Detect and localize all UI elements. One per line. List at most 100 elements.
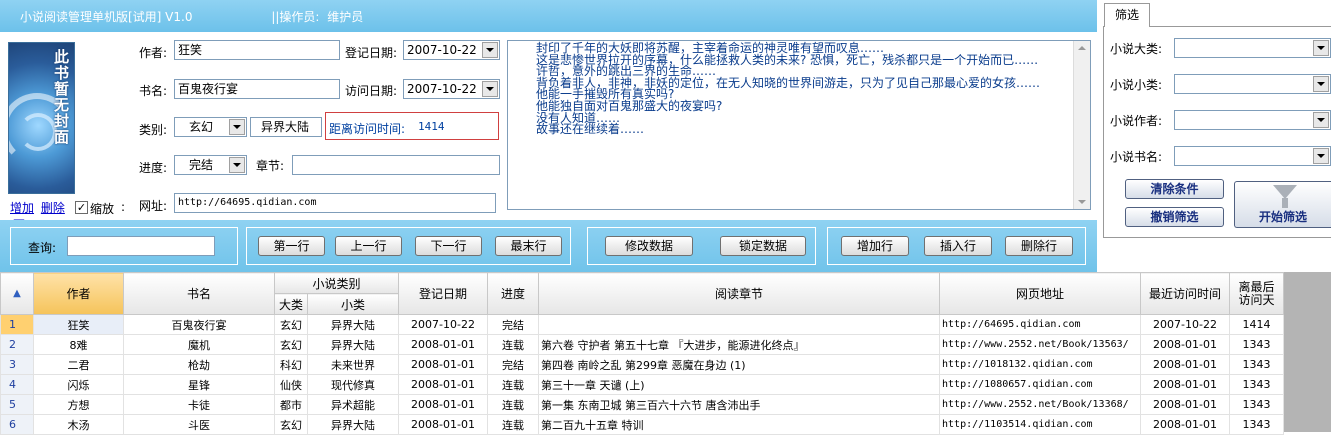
category-minor-field[interactable]: 异界大陆 xyxy=(250,117,322,137)
cell-chapter[interactable]: 第六卷 守护者 第五十七章 『大进步，能源进化终点』 xyxy=(538,334,941,355)
cell-days[interactable]: 1414 xyxy=(1229,314,1285,335)
cell-author[interactable]: 闪烁 xyxy=(33,374,124,395)
row-number[interactable]: 4 xyxy=(0,374,34,395)
cell-major[interactable]: 科幻 xyxy=(274,354,308,375)
cell-author[interactable]: 8难 xyxy=(33,334,124,355)
cell-url[interactable]: http://1080657.qidian.com xyxy=(939,374,1142,395)
cell-author[interactable]: 方想 xyxy=(33,394,124,415)
cell-progress[interactable]: 完结 xyxy=(487,354,540,375)
delete-row-button[interactable]: 删除行 xyxy=(1005,236,1073,256)
cell-major[interactable]: 玄幻 xyxy=(274,314,308,335)
cell-url[interactable]: http://www.2552.net/Book/13563/ xyxy=(939,334,1142,355)
filter-author-select[interactable] xyxy=(1174,110,1331,130)
cell-book[interactable]: 枪劫 xyxy=(123,354,275,375)
table-row[interactable]: 5 方想 卡徒 都市 异术超能 2008-01-01 连载 第一集 东南卫城 第… xyxy=(0,394,1285,415)
cell-minor[interactable]: 现代修真 xyxy=(306,374,400,395)
cell-minor[interactable]: 异界大陆 xyxy=(306,314,400,335)
query-input[interactable] xyxy=(67,236,215,256)
url-field[interactable]: http://64695.qidian.com xyxy=(174,193,496,213)
chevron-down-icon[interactable] xyxy=(1313,76,1329,92)
chapter-field[interactable] xyxy=(292,155,500,175)
col-major[interactable]: 大类 xyxy=(274,293,308,315)
cell-days[interactable]: 1343 xyxy=(1229,374,1285,395)
chevron-down-icon[interactable] xyxy=(1313,148,1329,164)
delete-cover-link[interactable]: 删除 xyxy=(41,201,65,215)
row-number[interactable]: 3 xyxy=(0,354,34,375)
cell-book[interactable]: 百鬼夜行宴 xyxy=(123,314,275,335)
col-progress[interactable]: 进度 xyxy=(487,272,540,315)
add-cover-link[interactable]: 增加 xyxy=(10,201,34,215)
reg-date-picker[interactable]: 2007-10-22 xyxy=(403,40,500,60)
cell-chapter[interactable] xyxy=(538,314,941,335)
clear-conditions-button[interactable]: 清除条件 xyxy=(1125,179,1224,199)
add-row-button[interactable]: 增加行 xyxy=(841,236,909,256)
cell-author[interactable]: 狂笑 xyxy=(33,314,124,335)
cell-book[interactable]: 魔机 xyxy=(123,334,275,355)
chevron-down-icon[interactable] xyxy=(482,81,498,97)
cell-reg-date[interactable]: 2008-01-01 xyxy=(398,394,489,415)
table-row[interactable]: 2 8难 魔机 玄幻 异界大陆 2008-01-01 连载 第六卷 守护者 第五… xyxy=(0,334,1285,355)
last-row-button[interactable]: 最末行 xyxy=(495,236,562,256)
cell-major[interactable]: 仙侠 xyxy=(274,374,308,395)
filter-minor-select[interactable] xyxy=(1174,74,1331,94)
book-field[interactable]: 百鬼夜行宴 xyxy=(174,79,340,99)
cell-reg-date[interactable]: 2008-01-01 xyxy=(398,334,489,355)
cell-progress[interactable]: 完结 xyxy=(487,314,540,335)
col-days-since[interactable]: 离最后 访问天 xyxy=(1229,272,1285,315)
cell-last-visit[interactable]: 2008-01-01 xyxy=(1140,394,1231,415)
lock-data-button[interactable]: 锁定数据 xyxy=(720,236,806,256)
prev-row-button[interactable]: 上一行 xyxy=(335,236,402,256)
cell-days[interactable]: 1343 xyxy=(1229,334,1285,355)
row-number[interactable]: 5 xyxy=(0,394,34,415)
col-last-visit[interactable]: 最近访问时间 xyxy=(1140,272,1231,315)
cell-url[interactable]: http://www.2552.net/Book/13368/ xyxy=(939,394,1142,415)
cell-last-visit[interactable]: 2008-01-01 xyxy=(1140,374,1231,395)
table-row[interactable]: 1 狂笑 百鬼夜行宴 玄幻 异界大陆 2007-10-22 完结 http://… xyxy=(0,314,1285,335)
col-book[interactable]: 书名 xyxy=(123,272,275,315)
cell-last-visit[interactable]: 2008-01-01 xyxy=(1140,354,1231,375)
cell-book[interactable]: 卡徒 xyxy=(123,394,275,415)
cell-minor[interactable]: 异术超能 xyxy=(306,394,400,415)
cell-minor[interactable]: 异界大陆 xyxy=(306,334,400,355)
chevron-down-icon[interactable] xyxy=(482,42,498,58)
row-number[interactable]: 2 xyxy=(0,334,34,355)
cell-progress[interactable]: 连载 xyxy=(487,374,540,395)
cell-url[interactable]: http://1018132.qidian.com xyxy=(939,354,1142,375)
cell-progress[interactable]: 连载 xyxy=(487,394,540,415)
cell-chapter[interactable]: 第四卷 南岭之乱 第299章 恶魔在身边 (1) xyxy=(538,354,941,375)
cell-last-visit[interactable]: 2007-10-22 xyxy=(1140,314,1231,335)
edit-data-button[interactable]: 修改数据 xyxy=(605,236,693,256)
cell-last-visit[interactable]: 2008-01-01 xyxy=(1140,334,1231,355)
cell-reg-date[interactable]: 2007-10-22 xyxy=(398,314,489,335)
col-author[interactable]: 作者 xyxy=(33,272,124,315)
table-row[interactable]: 3 二君 枪劫 科幻 未来世界 2008-01-01 完结 第四卷 南岭之乱 第… xyxy=(0,354,1285,375)
synopsis-textarea[interactable]: 封印了千年的大妖即将苏醒，主宰着命运的神灵唯有望而叹息…… 这是悲惨世界拉开的序… xyxy=(507,40,1091,210)
cell-progress[interactable]: 连载 xyxy=(487,334,540,355)
cell-chapter[interactable]: 第一集 东南卫城 第三百六十六节 唐含沛出手 xyxy=(538,394,941,415)
grid-corner[interactable]: ▲ xyxy=(0,272,34,315)
filter-book-select[interactable] xyxy=(1174,146,1331,166)
col-reg-date[interactable]: 登记日期 xyxy=(398,272,489,315)
cell-reg-date[interactable]: 2008-01-01 xyxy=(398,374,489,395)
col-minor[interactable]: 小类 xyxy=(306,293,400,315)
filter-major-select[interactable] xyxy=(1174,38,1331,58)
cancel-filter-button[interactable]: 撤销筛选 xyxy=(1125,207,1224,227)
cell-days[interactable]: 1343 xyxy=(1229,354,1285,375)
insert-row-button[interactable]: 插入行 xyxy=(924,236,992,256)
author-field[interactable]: 狂笑 xyxy=(174,40,340,60)
chevron-down-icon[interactable] xyxy=(229,157,245,173)
chevron-down-icon[interactable] xyxy=(229,119,245,135)
cell-author[interactable]: 二君 xyxy=(33,354,124,375)
tab-filter[interactable]: 筛选 xyxy=(1104,3,1150,27)
cell-minor[interactable]: 未来世界 xyxy=(306,354,400,375)
zoom-checkbox[interactable]: ✓ xyxy=(75,201,88,214)
cell-url[interactable]: http://64695.qidian.com xyxy=(939,314,1142,335)
col-chapter[interactable]: 阅读章节 xyxy=(538,272,941,315)
table-row[interactable]: 4 闪烁 星锋 仙侠 现代修真 2008-01-01 连载 第三十一章 天谴 (… xyxy=(0,374,1285,395)
col-url[interactable]: 网页地址 xyxy=(939,272,1142,315)
row-number[interactable]: 1 xyxy=(0,314,34,335)
cell-major[interactable]: 玄幻 xyxy=(274,334,308,355)
cell-major[interactable]: 都市 xyxy=(274,394,308,415)
category-major-select[interactable]: 玄幻 xyxy=(174,117,247,137)
chevron-down-icon[interactable] xyxy=(1313,40,1329,56)
